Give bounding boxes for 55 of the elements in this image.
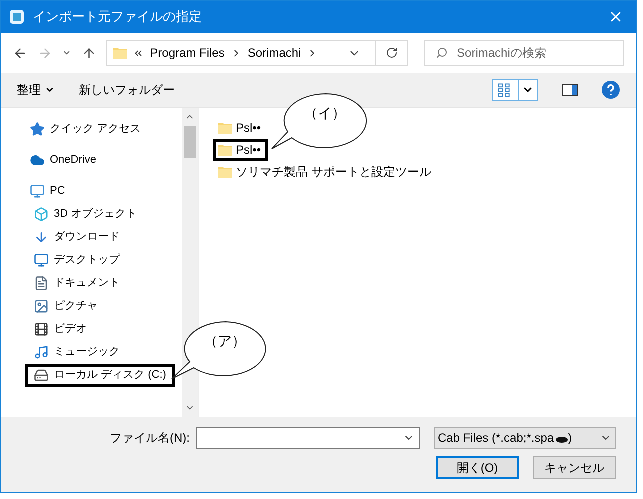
app-icon [9,9,25,25]
cloud-icon [30,153,45,168]
preview-pane-icon[interactable] [562,84,578,96]
folder-icon [218,166,232,178]
refresh-icon[interactable] [386,47,398,59]
file-item[interactable]: ソリマチ製品 サポートと設定ツール [213,161,438,183]
film-icon [34,322,49,337]
desktop-icon [34,253,49,268]
search-field[interactable]: Sorimachiの検索 [424,40,624,66]
dialog-button[interactable]: キャンセル [533,456,616,479]
file-item[interactable]: Psl•• [213,139,268,161]
music-note-icon [34,345,49,360]
folder-icon [218,144,232,156]
breadcrumb[interactable]: Program Files [150,44,225,62]
dialog-button[interactable]: 開く(O) [436,456,519,479]
back-icon[interactable] [13,46,28,60]
breadcrumb[interactable]: Sorimachi [248,44,302,62]
file-item[interactable]: Psl•• [213,117,268,139]
sidebar-item[interactable]: ミュージック [25,341,129,364]
cube-icon [34,207,49,222]
document-icon [34,276,49,291]
overflow-icon [133,48,144,58]
scroll-thumb[interactable] [184,126,196,158]
organize-button[interactable]: 整理 [17,81,55,99]
sidebar-item[interactable]: PC [25,180,74,203]
up-icon[interactable] [82,46,96,60]
sidebar-item[interactable]: ピクチャ [25,295,107,318]
address-bar[interactable]: Program Files Sorimachi [106,40,408,66]
sidebar-item[interactable]: ドキュメント [25,272,129,295]
file-type-dropdown[interactable]: Cab Files (*.cab;*.spa ) [434,427,616,449]
sidebar-item[interactable]: ダウンロード [25,226,129,249]
view-button[interactable] [492,79,538,101]
sidebar-item[interactable]: OneDrive [25,149,106,172]
sidebar-item[interactable]: 3D オブジェクト [25,203,146,226]
window-title: インポート元ファイルの指定 [33,8,203,26]
folder-icon [113,47,128,59]
folder-icon [218,122,232,134]
help-icon[interactable] [602,81,620,99]
image-icon [34,299,49,314]
sidebar-item[interactable]: クイック アクセス [25,118,150,141]
star-icon [30,122,45,137]
drive-icon [34,368,49,383]
new-folder-button[interactable]: 新しいフォルダー [79,81,175,99]
caret-icon [45,85,55,95]
search-icon [436,47,448,59]
monitor-icon [30,184,45,199]
filename-label: ファイル名(N): [110,430,190,447]
callout-label: （イ） [304,106,346,124]
redaction-mark [556,437,568,443]
filename-field[interactable] [196,427,420,449]
down-arrow-icon [34,230,49,245]
callout-label: （ア） [204,334,246,352]
sidebar-item[interactable]: ビデオ [25,318,96,341]
sidebar-item[interactable]: ローカル ディスク (C:) [25,364,176,387]
sidebar-item[interactable]: デスクトップ [25,249,129,272]
